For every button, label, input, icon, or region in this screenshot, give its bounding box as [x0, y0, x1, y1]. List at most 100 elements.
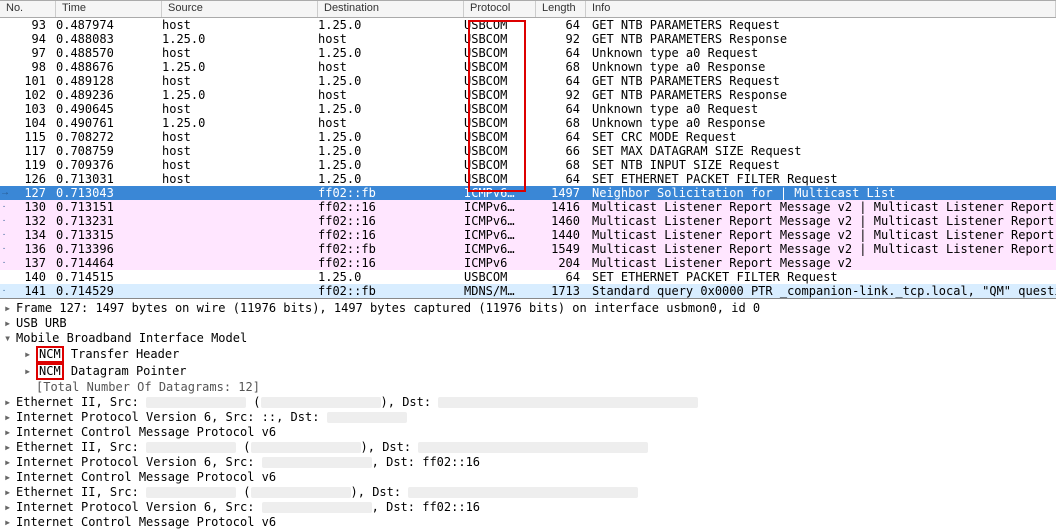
cell-src: 1.25.0 — [162, 88, 318, 102]
packet-row[interactable]: 1260.713031host1.25.0USBCOM64SET ETHERNE… — [0, 172, 1056, 186]
expand-icon[interactable]: ▸ — [4, 485, 16, 500]
cell-src: host — [162, 144, 318, 158]
packet-details-pane[interactable]: ▸Frame 127: 1497 bytes on wire (11976 bi… — [0, 298, 1056, 532]
cell-time: 0.489236 — [56, 88, 162, 102]
packet-row[interactable]: 1030.490645host1.25.0USBCOM64Unknown typ… — [0, 102, 1056, 116]
cell-proto: USBCOM — [464, 102, 536, 116]
cell-len: 1713 — [536, 284, 586, 298]
col-time[interactable]: Time — [56, 1, 162, 17]
ncm-highlight: NCM — [36, 363, 64, 380]
cell-src: host — [162, 18, 318, 32]
packet-row[interactable]: 1170.708759host1.25.0USBCOM66SET MAX DAT… — [0, 144, 1056, 158]
packet-row[interactable]: 930.487974host1.25.0USBCOM64GET NTB PARA… — [0, 18, 1056, 32]
tree-ncm-datagram[interactable]: ▸NCM Datagram Pointer — [4, 363, 1052, 380]
packet-row[interactable]: 1010.489128host1.25.0USBCOM64GET NTB PAR… — [0, 74, 1056, 88]
redacted — [438, 397, 698, 408]
packet-row[interactable]: 1300.713151ff02::16ICMPv6…1416Multicast … — [0, 200, 1056, 214]
expand-icon[interactable]: ▸ — [4, 440, 16, 455]
cell-proto: USBCOM — [464, 172, 536, 186]
cell-no: 101 — [0, 74, 56, 88]
cell-info: Multicast Listener Report Message v2 | M… — [586, 242, 1056, 256]
cell-dst: ff02::16 — [318, 214, 464, 228]
tree-icmp6c[interactable]: ▸Internet Control Message Protocol v6 — [4, 515, 1052, 530]
tree-icmp6b[interactable]: ▸Internet Control Message Protocol v6 — [4, 470, 1052, 485]
tree-icmp6a[interactable]: ▸Internet Control Message Protocol v6 — [4, 425, 1052, 440]
cell-len: 64 — [536, 74, 586, 88]
tree-eth3[interactable]: ▸Ethernet II, Src: (), Dst: — [4, 485, 1052, 500]
expand-icon[interactable]: ▸ — [4, 301, 16, 316]
expand-icon[interactable]: ▸ — [24, 347, 36, 362]
tree-ipv6c[interactable]: ▸Internet Protocol Version 6, Src: , Dst… — [4, 500, 1052, 515]
cell-len: 64 — [536, 130, 586, 144]
tree-usb[interactable]: ▸USB URB — [4, 316, 1052, 331]
tree-ipv6a[interactable]: ▸Internet Protocol Version 6, Src: ::, D… — [4, 410, 1052, 425]
col-src[interactable]: Source — [162, 1, 318, 17]
cell-time: 0.714515 — [56, 270, 162, 284]
packet-row[interactable]: 1360.713396ff02::fbICMPv6…1549Multicast … — [0, 242, 1056, 256]
tree-datagrams[interactable]: [Total Number Of Datagrams: 12] — [4, 380, 1052, 395]
cell-dst: ff02::fb — [318, 242, 464, 256]
cell-time: 0.713151 — [56, 200, 162, 214]
packet-row[interactable]: 1020.4892361.25.0hostUSBCOM92GET NTB PAR… — [0, 88, 1056, 102]
cell-info: Unknown type a0 Request — [586, 102, 1056, 116]
cell-info: Neighbor Solicitation for | Multicast Li… — [586, 186, 1056, 200]
col-info[interactable]: Info — [586, 1, 1056, 17]
packet-row[interactable]: 1190.709376host1.25.0USBCOM68SET NTB INP… — [0, 158, 1056, 172]
expand-icon[interactable]: ▸ — [4, 425, 16, 440]
packet-row[interactable]: 1270.713043ff02::fbICMPv6…1497Neighbor S… — [0, 186, 1056, 200]
packet-row[interactable]: 1040.4907611.25.0hostUSBCOM68Unknown typ… — [0, 116, 1056, 130]
packet-row[interactable]: 1410.714529ff02::fbMDNS/M…1713Standard q… — [0, 284, 1056, 298]
expand-icon[interactable]: ▸ — [4, 500, 16, 515]
cell-dst: 1.25.0 — [318, 74, 464, 88]
packet-row[interactable]: 970.488570host1.25.0USBCOM64Unknown type… — [0, 46, 1056, 60]
cell-no: 103 — [0, 102, 56, 116]
col-no[interactable]: No. — [0, 1, 56, 17]
packet-row[interactable]: 1400.7145151.25.0USBCOM64SET ETHERNET PA… — [0, 270, 1056, 284]
expand-icon[interactable]: ▸ — [4, 395, 16, 410]
col-dst[interactable]: Destination — [318, 1, 464, 17]
cell-dst: host — [318, 88, 464, 102]
cell-info: SET CRC MODE Request — [586, 130, 1056, 144]
cell-src — [162, 242, 318, 256]
expand-icon[interactable]: ▸ — [24, 364, 36, 379]
packet-list-pane[interactable]: No. Time Source Destination Protocol Len… — [0, 0, 1056, 298]
cell-no: 132 — [0, 214, 56, 228]
related-packet-icon: · — [0, 242, 8, 256]
cell-time: 0.708272 — [56, 130, 162, 144]
cell-no: 93 — [0, 18, 56, 32]
tree-frame[interactable]: ▸Frame 127: 1497 bytes on wire (11976 bi… — [4, 301, 1052, 316]
cell-dst: 1.25.0 — [318, 46, 464, 60]
packet-row[interactable]: 940.4880831.25.0hostUSBCOM92GET NTB PARA… — [0, 32, 1056, 46]
collapse-icon[interactable]: ▾ — [4, 331, 16, 346]
packet-row[interactable]: 1150.708272host1.25.0USBCOM64SET CRC MOD… — [0, 130, 1056, 144]
cell-info: Unknown type a0 Response — [586, 116, 1056, 130]
expand-icon[interactable]: ▸ — [4, 515, 16, 530]
col-proto[interactable]: Protocol — [464, 1, 536, 17]
cell-no: 137 — [0, 256, 56, 270]
packet-row[interactable]: 1340.713315ff02::16ICMPv6…1440Multicast … — [0, 228, 1056, 242]
col-len[interactable]: Length — [536, 1, 586, 17]
redacted — [146, 487, 236, 498]
column-header[interactable]: No. Time Source Destination Protocol Len… — [0, 0, 1056, 18]
packet-row[interactable]: 1370.714464ff02::16ICMPv6204Multicast Li… — [0, 256, 1056, 270]
cell-src — [162, 256, 318, 270]
cell-no: 98 — [0, 60, 56, 74]
expand-icon[interactable]: ▸ — [4, 470, 16, 485]
tree-eth2[interactable]: ▸Ethernet II, Src: (), Dst: — [4, 440, 1052, 455]
cell-proto: USBCOM — [464, 18, 536, 32]
packet-row[interactable]: 980.4886761.25.0hostUSBCOM68Unknown type… — [0, 60, 1056, 74]
cell-dst: ff02::16 — [318, 228, 464, 242]
cell-proto: USBCOM — [464, 116, 536, 130]
expand-icon[interactable]: ▸ — [4, 316, 16, 331]
cell-len: 64 — [536, 18, 586, 32]
tree-mbim[interactable]: ▾Mobile Broadband Interface Model — [4, 331, 1052, 346]
packet-row[interactable]: 1320.713231ff02::16ICMPv6…1460Multicast … — [0, 214, 1056, 228]
tree-ipv6b[interactable]: ▸Internet Protocol Version 6, Src: , Dst… — [4, 455, 1052, 470]
cell-dst: ff02::16 — [318, 200, 464, 214]
tree-eth1[interactable]: ▸Ethernet II, Src: (), Dst: — [4, 395, 1052, 410]
tree-ncm-transfer[interactable]: ▸NCM Transfer Header — [4, 346, 1052, 363]
cell-len: 92 — [536, 32, 586, 46]
expand-icon[interactable]: ▸ — [4, 410, 16, 425]
related-packet-icon: · — [0, 228, 8, 242]
expand-icon[interactable]: ▸ — [4, 455, 16, 470]
